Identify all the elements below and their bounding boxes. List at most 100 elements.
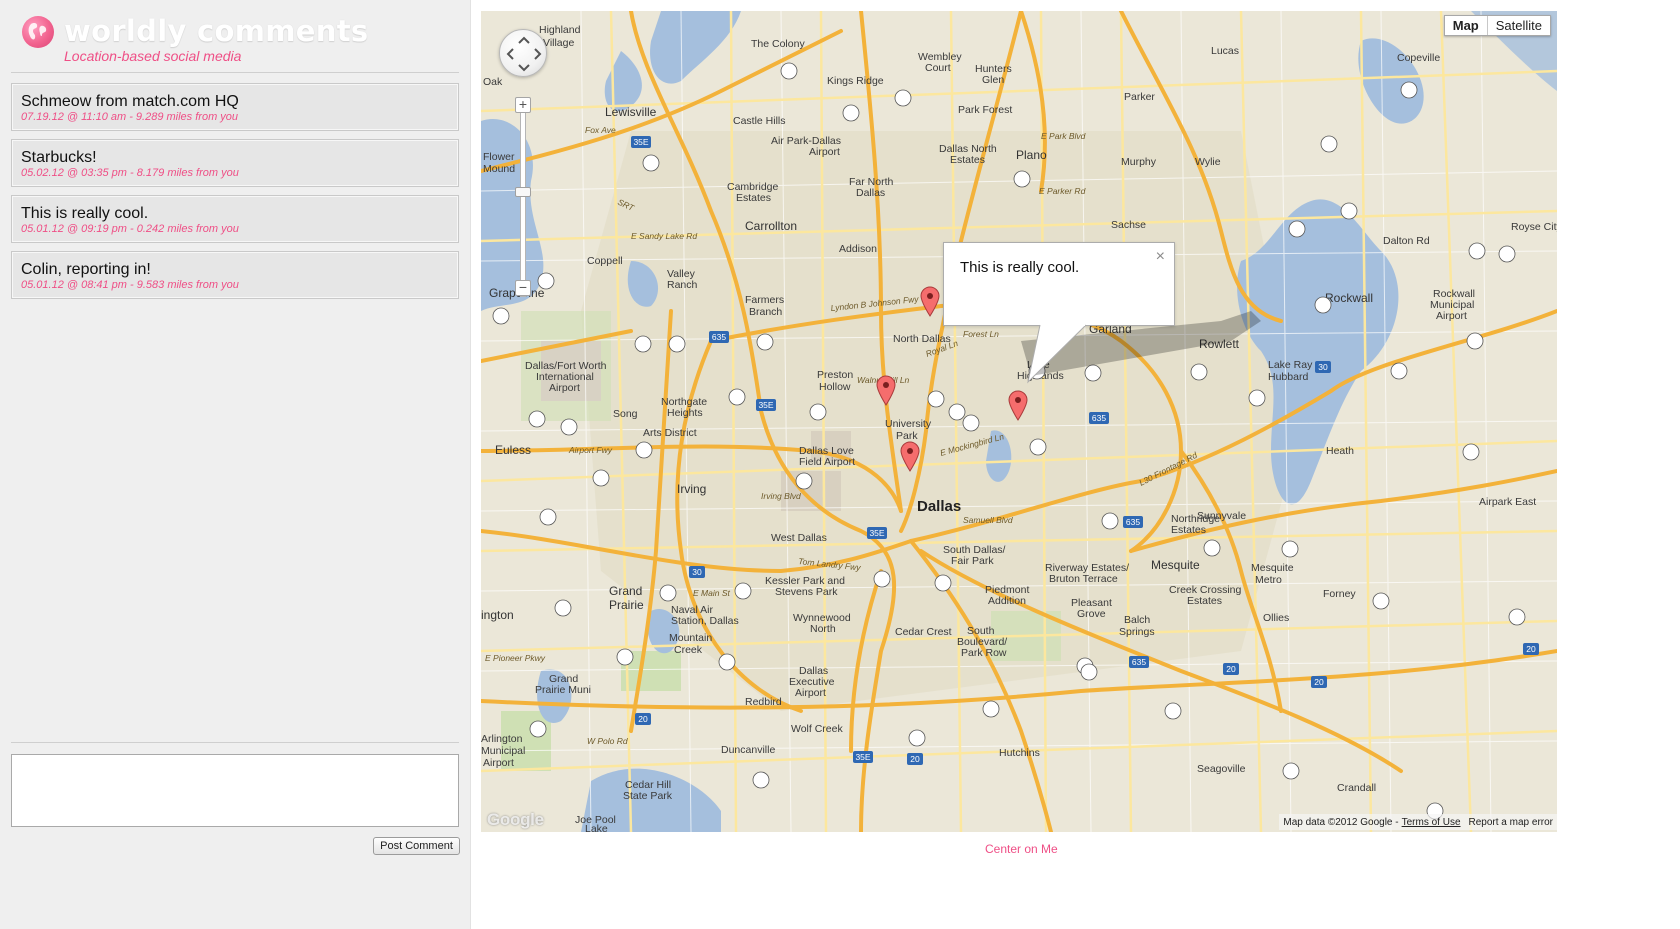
svg-text:Mesquite: Mesquite [1251, 562, 1294, 574]
svg-text:Hubbard: Hubbard [1268, 371, 1308, 383]
report-map-error-link[interactable]: Report a map error [1469, 817, 1553, 828]
svg-text:Branch: Branch [749, 306, 782, 318]
svg-text:Park Row: Park Row [961, 647, 1007, 659]
svg-text:Airport: Airport [483, 757, 514, 769]
comment-title: Colin, reporting in! [21, 261, 151, 278]
svg-text:35E: 35E [758, 400, 773, 410]
map-pin-icon[interactable] [899, 440, 921, 472]
svg-text:Metro: Metro [1255, 574, 1282, 586]
map-type-satellite-button[interactable]: Satellite [1486, 16, 1550, 35]
svg-text:Balch: Balch [1124, 614, 1150, 626]
svg-text:Hutchins: Hutchins [999, 747, 1040, 759]
svg-text:University: University [885, 418, 932, 430]
info-window-text: This is really cool. [960, 259, 1080, 276]
divider [11, 72, 459, 73]
svg-text:635: 635 [1126, 517, 1140, 527]
svg-text:Parker: Parker [1124, 91, 1155, 103]
comment-list: Schmeow from match.com HQ 07.19.12 @ 11:… [11, 83, 459, 307]
svg-text:Grand: Grand [609, 584, 642, 598]
svg-text:West Dallas: West Dallas [771, 532, 827, 544]
map-pin-icon[interactable] [875, 374, 897, 406]
svg-text:635: 635 [1092, 413, 1106, 423]
svg-text:E Parker Rd: E Parker Rd [1039, 186, 1086, 196]
svg-text:ington: ington [481, 608, 514, 622]
sidebar: worldly comments Location-based social m… [0, 0, 471, 929]
svg-text:Grove: Grove [1077, 608, 1106, 620]
svg-text:Mesquite: Mesquite [1151, 558, 1200, 572]
svg-text:Prairie: Prairie [609, 598, 644, 612]
svg-text:Airpark East: Airpark East [1479, 496, 1536, 508]
comment-input[interactable] [11, 754, 459, 827]
comment-item[interactable]: Starbucks! 05.02.12 @ 03:35 pm - 8.179 m… [11, 139, 459, 187]
svg-text:35E: 35E [869, 528, 884, 538]
map-pin-icon[interactable] [1007, 389, 1029, 421]
post-comment-button[interactable]: Post Comment [373, 837, 460, 855]
svg-text:Estates: Estates [1187, 595, 1222, 607]
svg-text:Kings Ridge: Kings Ridge [827, 75, 884, 87]
svg-text:35E: 35E [633, 137, 648, 147]
svg-text:Estates: Estates [950, 154, 985, 166]
svg-text:Wolf Creek: Wolf Creek [791, 723, 843, 735]
svg-text:20: 20 [1314, 677, 1324, 687]
svg-text:Crandall: Crandall [1337, 782, 1376, 794]
center-on-me-link[interactable]: Center on Me [985, 842, 1058, 856]
svg-text:Bruton Terrace: Bruton Terrace [1049, 573, 1118, 585]
google-logo: Google [487, 810, 544, 829]
svg-text:Forest Ln: Forest Ln [963, 329, 999, 339]
svg-text:Song: Song [613, 408, 638, 420]
svg-text:Farmers: Farmers [745, 294, 784, 306]
zoom-out-button[interactable]: − [515, 280, 531, 296]
divider [11, 742, 459, 743]
svg-text:Irving Blvd: Irving Blvd [761, 491, 801, 501]
svg-text:Dallas: Dallas [856, 187, 885, 199]
svg-text:Municipal: Municipal [481, 745, 525, 757]
map-type-map-button[interactable]: Map [1444, 16, 1487, 35]
svg-text:Dallas: Dallas [917, 498, 961, 515]
svg-text:20: 20 [910, 754, 920, 764]
map-attribution: Map data ©2012 Google - Terms of Use Rep… [1279, 814, 1557, 830]
svg-text:E Pioneer Pkwy: E Pioneer Pkwy [485, 653, 546, 663]
svg-text:Plano: Plano [1016, 148, 1047, 162]
comment-title: Schmeow from match.com HQ [21, 93, 239, 110]
svg-text:20: 20 [638, 714, 648, 724]
svg-text:Irving: Irving [677, 482, 706, 496]
svg-text:Springs: Springs [1119, 626, 1155, 638]
attribution-text: Map data ©2012 Google - [1283, 816, 1399, 828]
svg-text:Copeville: Copeville [1397, 52, 1440, 64]
svg-text:Sachse: Sachse [1111, 219, 1146, 231]
map-canvas[interactable]: Dallas Irving Plano Garland Mesquite Car… [481, 11, 1557, 832]
comment-meta: 05.01.12 @ 09:19 pm - 0.242 miles from y… [21, 223, 239, 235]
close-icon[interactable]: × [1156, 249, 1165, 265]
terms-of-use-link[interactable]: Terms of Use [1402, 817, 1461, 828]
svg-text:Airport Fwy: Airport Fwy [568, 445, 613, 455]
map-tiles: Dallas Irving Plano Garland Mesquite Car… [481, 11, 1557, 832]
comment-meta: 07.19.12 @ 11:10 am - 9.289 miles from y… [21, 111, 239, 123]
svg-text:Arts District: Arts District [643, 427, 697, 439]
map-pin-icon[interactable] [919, 285, 941, 317]
svg-text:The Colony: The Colony [751, 38, 805, 50]
comment-item[interactable]: Colin, reporting in! 05.01.12 @ 08:41 pm… [11, 251, 459, 299]
svg-text:Duncanville: Duncanville [721, 744, 775, 756]
comment-title: Starbucks! [21, 149, 97, 166]
svg-text:Airport: Airport [1436, 310, 1467, 322]
svg-text:Glen: Glen [982, 74, 1004, 86]
zoom-in-button[interactable]: + [515, 97, 531, 113]
zoom-slider-handle[interactable] [515, 187, 531, 197]
svg-text:Prairie Muni: Prairie Muni [535, 684, 591, 696]
svg-text:Fox Ave: Fox Ave [585, 125, 616, 135]
app-title: worldly comments [64, 14, 369, 48]
svg-text:Forney: Forney [1323, 588, 1356, 600]
svg-text:Airport: Airport [809, 146, 840, 158]
comment-item[interactable]: This is really cool. 05.01.12 @ 09:19 pm… [11, 195, 459, 243]
svg-text:Heights: Heights [667, 407, 703, 419]
svg-text:Euless: Euless [495, 443, 531, 457]
svg-text:30: 30 [692, 567, 702, 577]
comment-item[interactable]: Schmeow from match.com HQ 07.19.12 @ 11:… [11, 83, 459, 131]
svg-text:Airport: Airport [549, 382, 580, 394]
pan-control[interactable] [499, 29, 547, 77]
app-subtitle: Location-based social media [64, 48, 242, 64]
zoom-slider-track[interactable] [520, 107, 526, 297]
svg-text:W Polo Rd: W Polo Rd [587, 736, 628, 746]
svg-text:Court: Court [925, 62, 951, 74]
svg-text:Hollow: Hollow [819, 381, 851, 393]
